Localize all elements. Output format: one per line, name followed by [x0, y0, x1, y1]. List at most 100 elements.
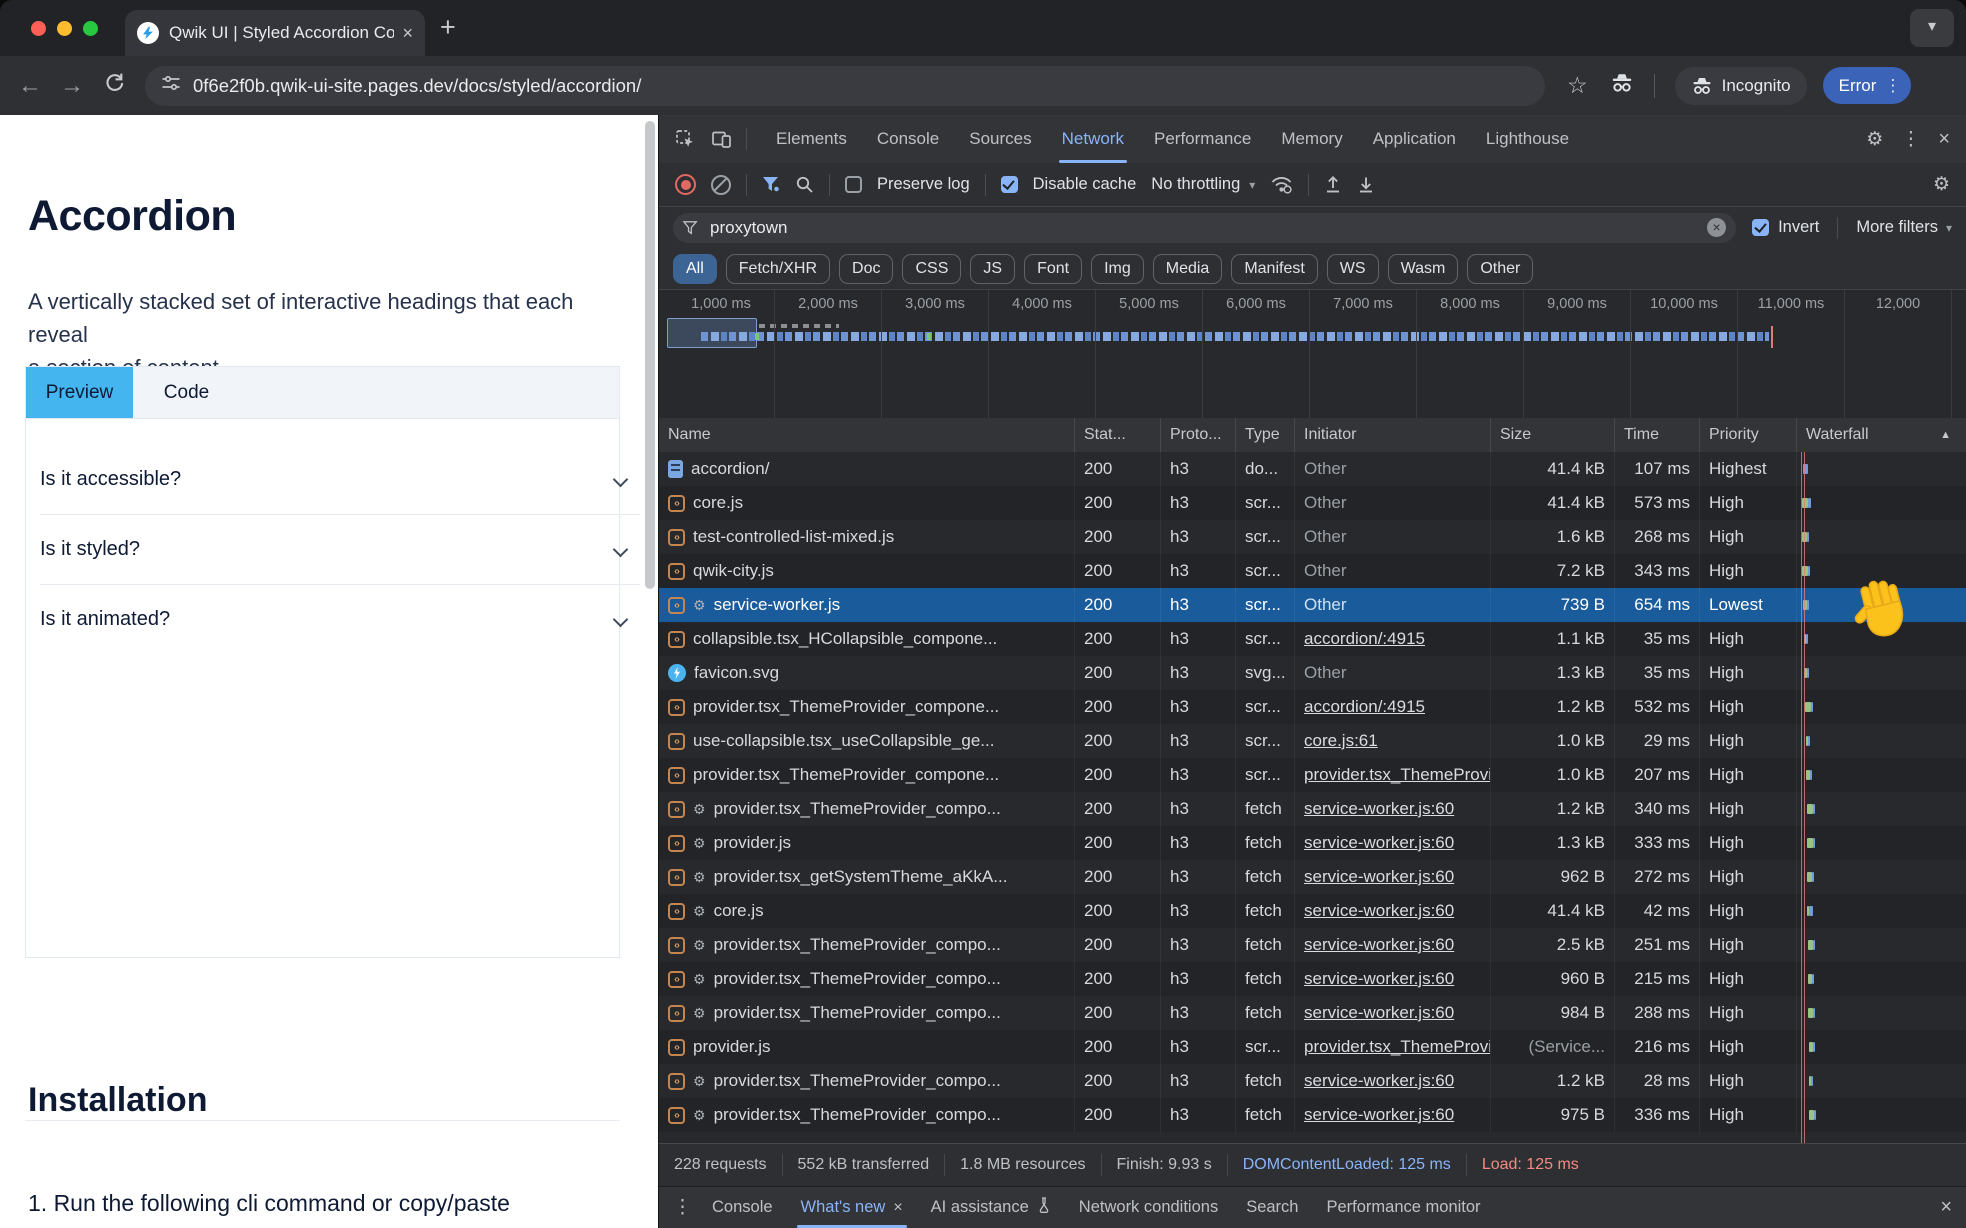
devtools-settings-gear-icon[interactable]: ⚙ [1866, 128, 1883, 151]
column-header-time[interactable]: Time [1615, 418, 1700, 452]
bookmark-star-icon[interactable]: ☆ [1567, 72, 1588, 99]
error-button[interactable]: Error ⋮ [1823, 67, 1912, 104]
network-request-row[interactable]: favicon.svg200h3svg...Other1.3 kB35 msHi… [659, 656, 1966, 690]
accordion-item[interactable]: Is it accessible? [40, 445, 640, 515]
browser-tab[interactable]: Qwik UI | Styled Accordion Co × [125, 10, 425, 56]
initiator-link[interactable]: accordion/:4915 [1304, 629, 1425, 648]
window-zoom-button[interactable] [83, 21, 98, 36]
network-request-row[interactable]: ‹›⚙provider.tsx_ThemeProvider_compo...20… [659, 792, 1966, 826]
column-header-stat[interactable]: Stat... [1075, 418, 1161, 452]
record-network-log-button[interactable] [675, 174, 696, 195]
network-overview-timeline[interactable]: 1,000 ms2,000 ms3,000 ms4,000 ms5,000 ms… [659, 290, 1966, 419]
profile-incognito-icon[interactable] [1610, 72, 1634, 99]
column-header-proto[interactable]: Proto... [1161, 418, 1236, 452]
network-request-row[interactable]: ‹›⚙core.js200h3fetchservice-worker.js:60… [659, 894, 1966, 928]
network-request-row[interactable]: ‹›⚙provider.tsx_ThemeProvider_compo...20… [659, 996, 1966, 1030]
initiator-link[interactable]: service-worker.js:60 [1304, 1003, 1454, 1022]
new-tab-button[interactable]: + [440, 14, 456, 41]
error-menu-kebab-icon[interactable]: ⋮ [1884, 76, 1901, 96]
initiator-link[interactable]: service-worker.js:60 [1304, 867, 1454, 886]
preserve-log-checkbox[interactable] [845, 176, 862, 193]
filter-field[interactable]: × [673, 213, 1736, 243]
accordion-item[interactable]: Is it animated? [40, 585, 640, 654]
drawer-kebab-icon[interactable]: ⋮ [673, 1196, 692, 1219]
network-request-row[interactable]: ‹›provider.tsx_ThemeProvider_compone...2… [659, 690, 1966, 724]
network-request-row[interactable]: ‹›⚙service-worker.js200h3scr...Other739 … [659, 588, 1966, 622]
url-text[interactable]: 0f6e2f0b.qwik-ui-site.pages.dev/docs/sty… [193, 75, 641, 97]
network-request-row[interactable]: ‹›qwik-city.js200h3scr...Other7.2 kB343 … [659, 554, 1966, 588]
forward-button[interactable]: → [60, 72, 84, 100]
filter-chip-js[interactable]: JS [970, 254, 1015, 284]
network-request-row[interactable]: ‹›⚙provider.tsx_ThemeProvider_compo...20… [659, 962, 1966, 996]
devtools-tab-elements[interactable]: Elements [761, 115, 862, 163]
filter-chip-wasm[interactable]: Wasm [1388, 254, 1459, 284]
initiator-link[interactable]: core.js:61 [1304, 731, 1378, 750]
devtools-more-kebab-icon[interactable]: ⋮ [1901, 128, 1920, 151]
filter-chip-img[interactable]: Img [1091, 254, 1144, 284]
column-header-priority[interactable]: Priority [1700, 418, 1797, 452]
network-request-row[interactable]: ‹›use-collapsible.tsx_useCollapsible_ge.… [659, 724, 1966, 758]
filter-chip-font[interactable]: Font [1024, 254, 1082, 284]
network-request-row[interactable]: ‹›⚙provider.tsx_ThemeProvider_compo...20… [659, 928, 1966, 962]
column-header-name[interactable]: Name [659, 418, 1075, 452]
devtools-tab-memory[interactable]: Memory [1266, 115, 1357, 163]
network-request-row[interactable]: accordion/200h3do...Other41.4 kB107 msHi… [659, 452, 1966, 486]
device-toolbar-icon[interactable] [711, 129, 732, 149]
column-header-initiator[interactable]: Initiator [1295, 418, 1491, 452]
network-settings-gear-icon[interactable]: ⚙ [1933, 173, 1950, 196]
site-info-icon[interactable] [161, 73, 181, 98]
tab-preview[interactable]: Preview [26, 367, 133, 418]
drawer-tab-close-icon[interactable]: × [893, 1199, 902, 1217]
filter-toggle-icon[interactable] [762, 176, 780, 193]
import-har-icon[interactable] [1324, 175, 1342, 194]
drawer-tab-ai-assistance[interactable]: AI assistance [917, 1187, 1065, 1228]
initiator-link[interactable]: provider.tsx_ThemeProvider_c [1304, 1037, 1491, 1056]
network-request-row[interactable]: ‹›⚙provider.tsx_ThemeProvider_compo...20… [659, 1064, 1966, 1098]
devtools-tab-application[interactable]: Application [1358, 115, 1471, 163]
back-button[interactable]: ← [18, 72, 42, 100]
url-bar[interactable]: 0f6e2f0b.qwik-ui-site.pages.dev/docs/sty… [145, 66, 1545, 106]
column-header-type[interactable]: Type [1236, 418, 1295, 452]
tab-close-icon[interactable]: × [402, 23, 413, 44]
initiator-link[interactable]: provider.tsx_ThemeProvider_c [1304, 765, 1491, 784]
page-scrollbar[interactable] [645, 121, 655, 589]
filter-input[interactable] [708, 217, 1707, 239]
disable-cache-checkbox[interactable] [1001, 176, 1018, 193]
drawer-tab-performance-monitor[interactable]: Performance monitor [1312, 1187, 1494, 1228]
column-header-waterfall[interactable]: Waterfall▲ [1797, 418, 1966, 452]
tab-search-button[interactable]: ▾ [1910, 9, 1954, 47]
inspect-element-icon[interactable] [675, 129, 695, 149]
devtools-tab-lighthouse[interactable]: Lighthouse [1471, 115, 1584, 163]
devtools-tab-sources[interactable]: Sources [954, 115, 1046, 163]
more-filters-button[interactable]: More filters ▾ [1856, 218, 1952, 237]
tab-code[interactable]: Code [133, 367, 240, 418]
network-request-row[interactable]: ‹›test-controlled-list-mixed.js200h3scr.… [659, 520, 1966, 554]
network-request-row[interactable]: ‹›⚙provider.tsx_ThemeProvider_compo...20… [659, 1098, 1966, 1132]
drawer-tab-network-conditions[interactable]: Network conditions [1065, 1187, 1232, 1228]
initiator-link[interactable]: service-worker.js:60 [1304, 901, 1454, 920]
drawer-tab-console[interactable]: Console [698, 1187, 787, 1228]
drawer-close-icon[interactable]: × [1940, 1196, 1952, 1219]
clear-network-log-button[interactable] [711, 175, 731, 195]
network-request-row[interactable]: ‹›provider.tsx_ThemeProvider_compone...2… [659, 758, 1966, 792]
network-request-row[interactable]: ‹›collapsible.tsx_HCollapsible_compone..… [659, 622, 1966, 656]
network-request-row[interactable]: ‹›core.js200h3scr...Other41.4 kB573 msHi… [659, 486, 1966, 520]
initiator-link[interactable]: service-worker.js:60 [1304, 799, 1454, 818]
clear-filter-icon[interactable]: × [1707, 218, 1726, 237]
network-conditions-icon[interactable] [1270, 175, 1293, 194]
window-close-button[interactable] [31, 21, 46, 36]
filter-chip-css[interactable]: CSS [902, 254, 961, 284]
initiator-link[interactable]: service-worker.js:60 [1304, 833, 1454, 852]
initiator-link[interactable]: service-worker.js:60 [1304, 1105, 1454, 1124]
invert-checkbox[interactable] [1752, 219, 1769, 236]
filter-chip-all[interactable]: All [673, 254, 717, 284]
throttling-select[interactable]: No throttling ▾ [1151, 175, 1255, 194]
initiator-link[interactable]: service-worker.js:60 [1304, 1071, 1454, 1090]
window-minimize-button[interactable] [57, 21, 72, 36]
drawer-tab-search[interactable]: Search [1232, 1187, 1312, 1228]
filter-chip-ws[interactable]: WS [1327, 254, 1379, 284]
export-har-icon[interactable] [1357, 175, 1375, 194]
initiator-link[interactable]: service-worker.js:60 [1304, 935, 1454, 954]
devtools-close-icon[interactable]: × [1938, 128, 1950, 151]
initiator-link[interactable]: accordion/:4915 [1304, 697, 1425, 716]
